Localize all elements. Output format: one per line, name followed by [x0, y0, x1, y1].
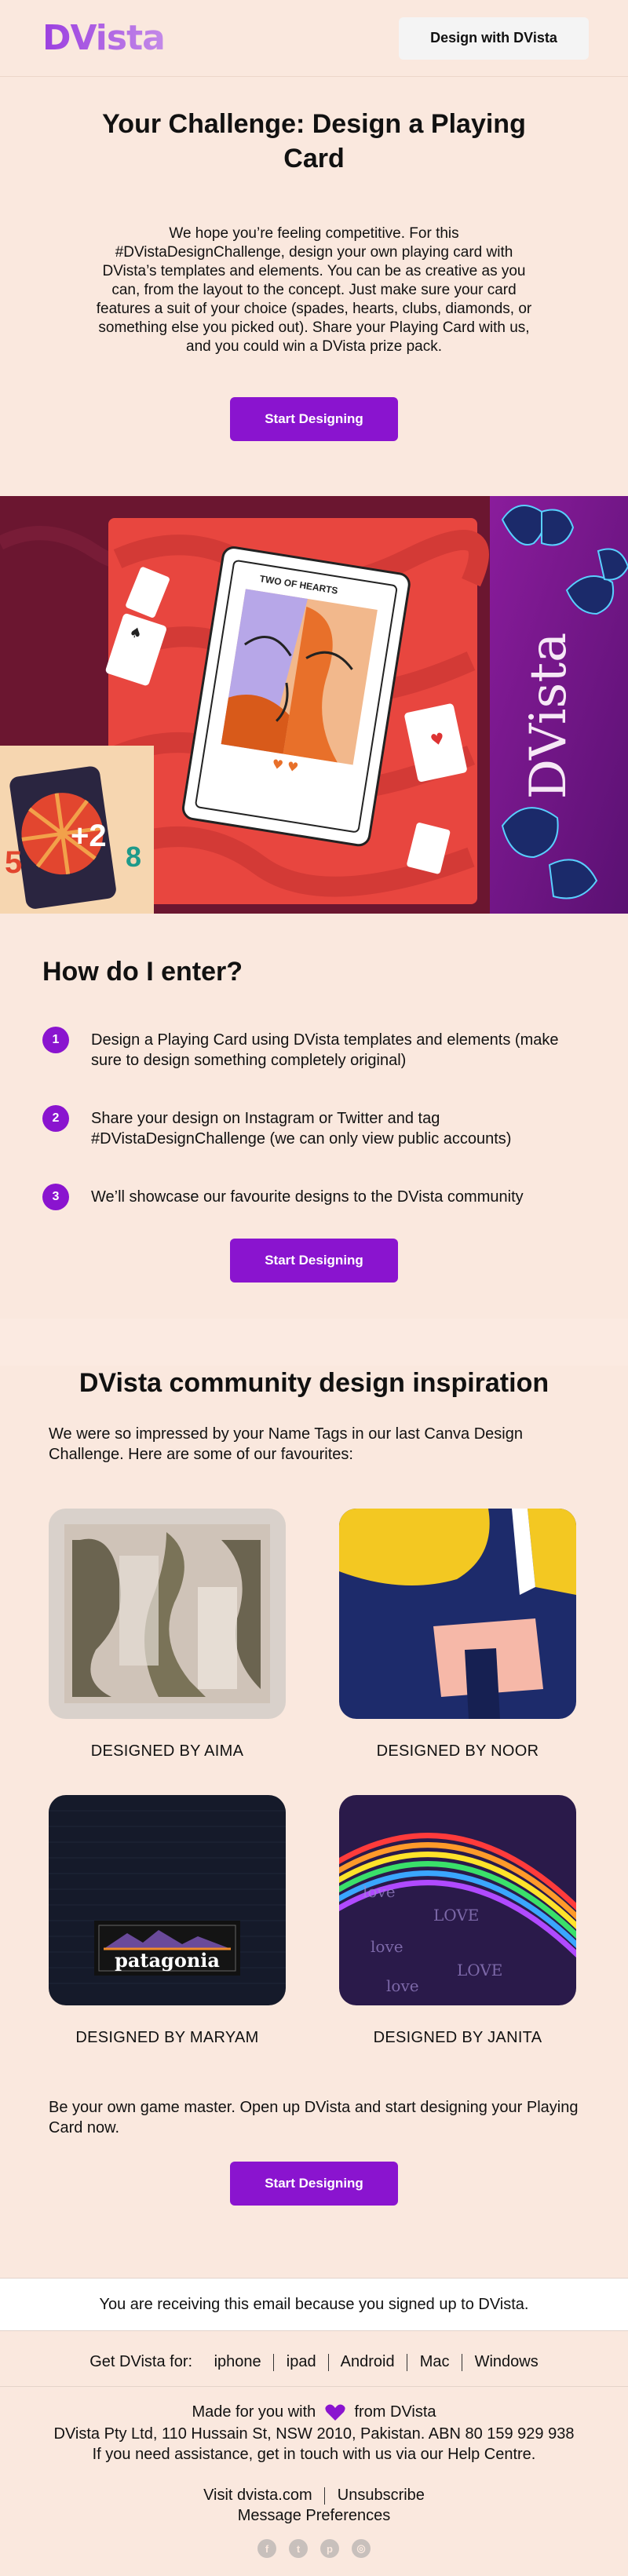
- step-number-badge: 2: [42, 1105, 69, 1132]
- platform-link-ipad[interactable]: ipad: [287, 2353, 316, 2370]
- dvista-logo[interactable]: DVista: [42, 18, 166, 58]
- design-tile: love LOVE love LOVE love DESIGNED BY JAN…: [339, 1795, 576, 2047]
- hero-artwork: ♠ ♥ ♥ ♥ TWO OF HEARTS +2 5 8 DVista: [0, 496, 628, 914]
- mini-card-eight: 8: [126, 841, 141, 873]
- made-prefix: Made for you with: [192, 2403, 316, 2421]
- step-number-badge: 1: [42, 1027, 69, 1053]
- footer: You are receiving this email because you…: [0, 2278, 628, 2576]
- entry-step: 1 Design a Playing Card using DVista tem…: [42, 1027, 586, 1071]
- platform-link-mac[interactable]: Mac: [420, 2353, 450, 2370]
- design-tile: DESIGNED BY NOOR: [339, 1509, 576, 1761]
- svg-text:love: love: [371, 1937, 403, 1956]
- community-section: DVista community design inspiration We w…: [0, 1366, 628, 2206]
- made-suffix: from DVista: [354, 2403, 436, 2421]
- get-dvista-label: Get DVista for:: [89, 2353, 193, 2370]
- step-text: Design a Playing Card using DVista templ…: [91, 1031, 559, 1069]
- community-outro: Be your own game master. Open up DVista …: [49, 2099, 579, 2136]
- platform-link-windows[interactable]: Windows: [475, 2353, 539, 2370]
- twitter-icon[interactable]: t: [289, 2539, 308, 2558]
- design-caption: DESIGNED BY MARYAM: [75, 2029, 259, 2046]
- platform-link-android[interactable]: Android: [341, 2353, 395, 2370]
- separator: [328, 2353, 330, 2371]
- intro-section: Your Challenge: Design a Playing Card We…: [0, 77, 628, 441]
- design-caption: DESIGNED BY AIMA: [90, 1742, 244, 1760]
- design-caption: DESIGNED BY NOOR: [376, 1742, 539, 1760]
- footer-links: Visit dvista.com Unsubscribe Message Pre…: [0, 2485, 628, 2526]
- start-designing-button[interactable]: Start Designing: [230, 1239, 398, 1283]
- how-to-enter-section: How do I enter? 1 Design a Playing Card …: [0, 914, 628, 1283]
- how-to-enter-title: How do I enter?: [42, 957, 243, 987]
- design-image-janita[interactable]: love LOVE love LOVE love: [339, 1795, 576, 2005]
- platform-links: Get DVista for: iphone ipad Android Mac …: [0, 2353, 628, 2371]
- footer-divider: [0, 2386, 628, 2387]
- company-address: DVista Pty Ltd, 110 Hussain St, NSW 2010…: [53, 2425, 575, 2443]
- platform-link-iphone[interactable]: iphone: [214, 2353, 261, 2370]
- visit-dvista-link[interactable]: Visit dvista.com: [203, 2487, 312, 2504]
- challenge-title: Your Challenge: Design a Playing Card: [102, 109, 526, 173]
- pinterest-icon[interactable]: p: [320, 2539, 339, 2558]
- separator: [273, 2353, 275, 2371]
- social-links: f t p ◎: [0, 2539, 628, 2558]
- start-designing-button[interactable]: Start Designing: [230, 2162, 398, 2206]
- instagram-icon[interactable]: ◎: [352, 2539, 371, 2558]
- community-lead: We were so impressed by your Name Tags i…: [49, 1425, 523, 1463]
- svg-text:LOVE: LOVE: [457, 1961, 502, 1979]
- section-divider: [0, 1319, 628, 1366]
- mini-card-five: 5: [5, 845, 22, 880]
- entry-steps: 1 Design a Playing Card using DVista tem…: [42, 1027, 586, 1210]
- start-designing-button[interactable]: Start Designing: [230, 397, 398, 441]
- design-image-aima[interactable]: [49, 1509, 286, 1719]
- hero-illustration: ♠ ♥ ♥ ♥ TWO OF HEARTS +2 5 8 DVista: [0, 496, 628, 914]
- design-tile: DESIGNED BY AIMA: [49, 1509, 286, 1761]
- patagonia-badge-text: patagonia: [115, 1949, 220, 1972]
- made-with-love: Made for you with from DVista: [0, 2402, 628, 2422]
- mini-card-plus-two: +2: [71, 819, 107, 853]
- challenge-description: We hope you’re feeling competitive. For …: [96, 225, 532, 355]
- assistance-text: If you need assistance, get in touch wit…: [92, 2446, 536, 2463]
- svg-text:LOVE: LOVE: [433, 1906, 479, 1925]
- design-caption: DESIGNED BY JANITA: [373, 2029, 542, 2046]
- community-title: DVista community design inspiration: [78, 1368, 550, 1398]
- step-number-badge: 3: [42, 1184, 69, 1210]
- design-gallery: DESIGNED BY AIMA DESIGNED BY NOOR patago…: [49, 1509, 579, 2047]
- step-text: Share your design on Instagram or Twitte…: [91, 1110, 512, 1148]
- heart-icon: [325, 2404, 345, 2421]
- subscription-notice: You are receiving this email because you…: [0, 2278, 628, 2331]
- hero-side-logo: DVista: [520, 633, 578, 799]
- facebook-icon[interactable]: f: [257, 2539, 276, 2558]
- company-info: DVista Pty Ltd, 110 Hussain St, NSW 2010…: [0, 2424, 628, 2465]
- design-with-dvista-button[interactable]: Design with DVista: [399, 16, 589, 60]
- svg-text:love: love: [363, 1882, 396, 1901]
- entry-step: 3 We’ll showcase our favourite designs t…: [42, 1184, 586, 1210]
- design-image-maryam[interactable]: patagonia: [49, 1795, 286, 2005]
- svg-text:love: love: [386, 1976, 419, 1995]
- step-text: We’ll showcase our favourite designs to …: [91, 1188, 524, 1206]
- header: DVista Design with DVista: [0, 0, 628, 77]
- message-preferences-link[interactable]: Message Preferences: [0, 2505, 628, 2526]
- design-image-noor[interactable]: [339, 1509, 576, 1719]
- design-tile: patagonia DESIGNED BY MARYAM: [49, 1795, 286, 2047]
- separator: [324, 2487, 326, 2505]
- entry-step: 2 Share your design on Instagram or Twit…: [42, 1105, 586, 1149]
- email-page: DVista Design with DVista Your Challenge…: [0, 0, 628, 2576]
- unsubscribe-link[interactable]: Unsubscribe: [338, 2487, 425, 2504]
